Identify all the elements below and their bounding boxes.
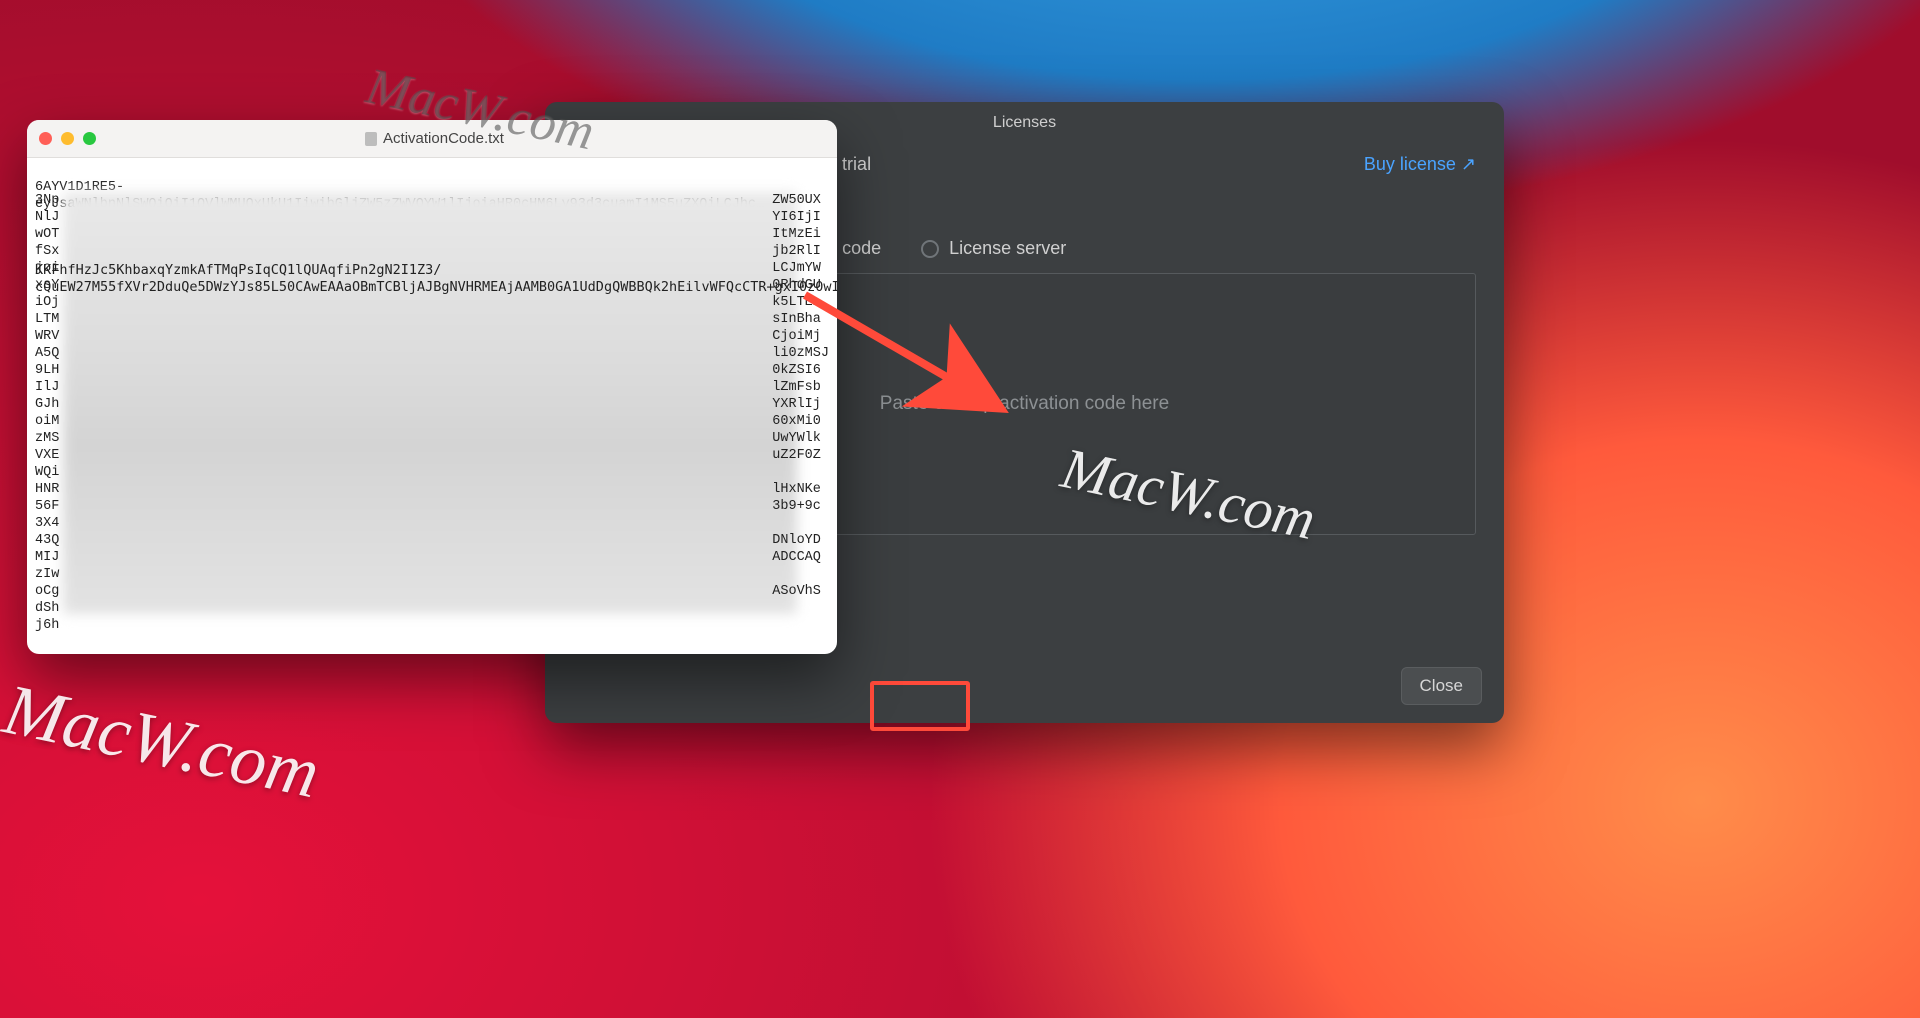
titlebar: ActivationCode.txt: [27, 120, 837, 158]
window-title-text: ActivationCode.txt: [383, 130, 504, 147]
redacted-blur: [63, 192, 797, 614]
window-controls: [39, 132, 96, 145]
dropzone-placeholder: Paste or drop activation code here: [880, 393, 1169, 415]
buy-license-link[interactable]: Buy license ↗: [1364, 154, 1476, 175]
document-icon: [365, 132, 377, 146]
minimize-window-icon[interactable]: [61, 132, 74, 145]
close-button[interactable]: Close: [1401, 667, 1482, 705]
code-right-fragments: ZW50UX YI6IjI ItMzEi jb2RlI LCJmYW 0RhdG…: [772, 192, 829, 600]
code-bottom: KKFhfHzJc5KhbaxqYzmkAfTMqPsIqCQ1lQUAqfiP…: [35, 262, 837, 296]
radio-license-server[interactable]: License server: [921, 238, 1066, 259]
text-content[interactable]: 6AYV1D1RE5- eyJsaWNlbnNlSWQiOiI1QVlWMUQx…: [27, 158, 837, 302]
code-left-fragments: 3Np NlJ wOT fSx joi xsY iOj LTM WRV A5Q …: [35, 192, 59, 634]
zoom-window-icon[interactable]: [83, 132, 96, 145]
window-title: ActivationCode.txt: [96, 130, 773, 147]
radio-dot-icon: [921, 240, 939, 258]
close-window-icon[interactable]: [39, 132, 52, 145]
texteditor-window: ActivationCode.txt 6AYV1D1RE5- eyJsaWNlb…: [27, 120, 837, 654]
radio-label: License server: [949, 238, 1066, 259]
